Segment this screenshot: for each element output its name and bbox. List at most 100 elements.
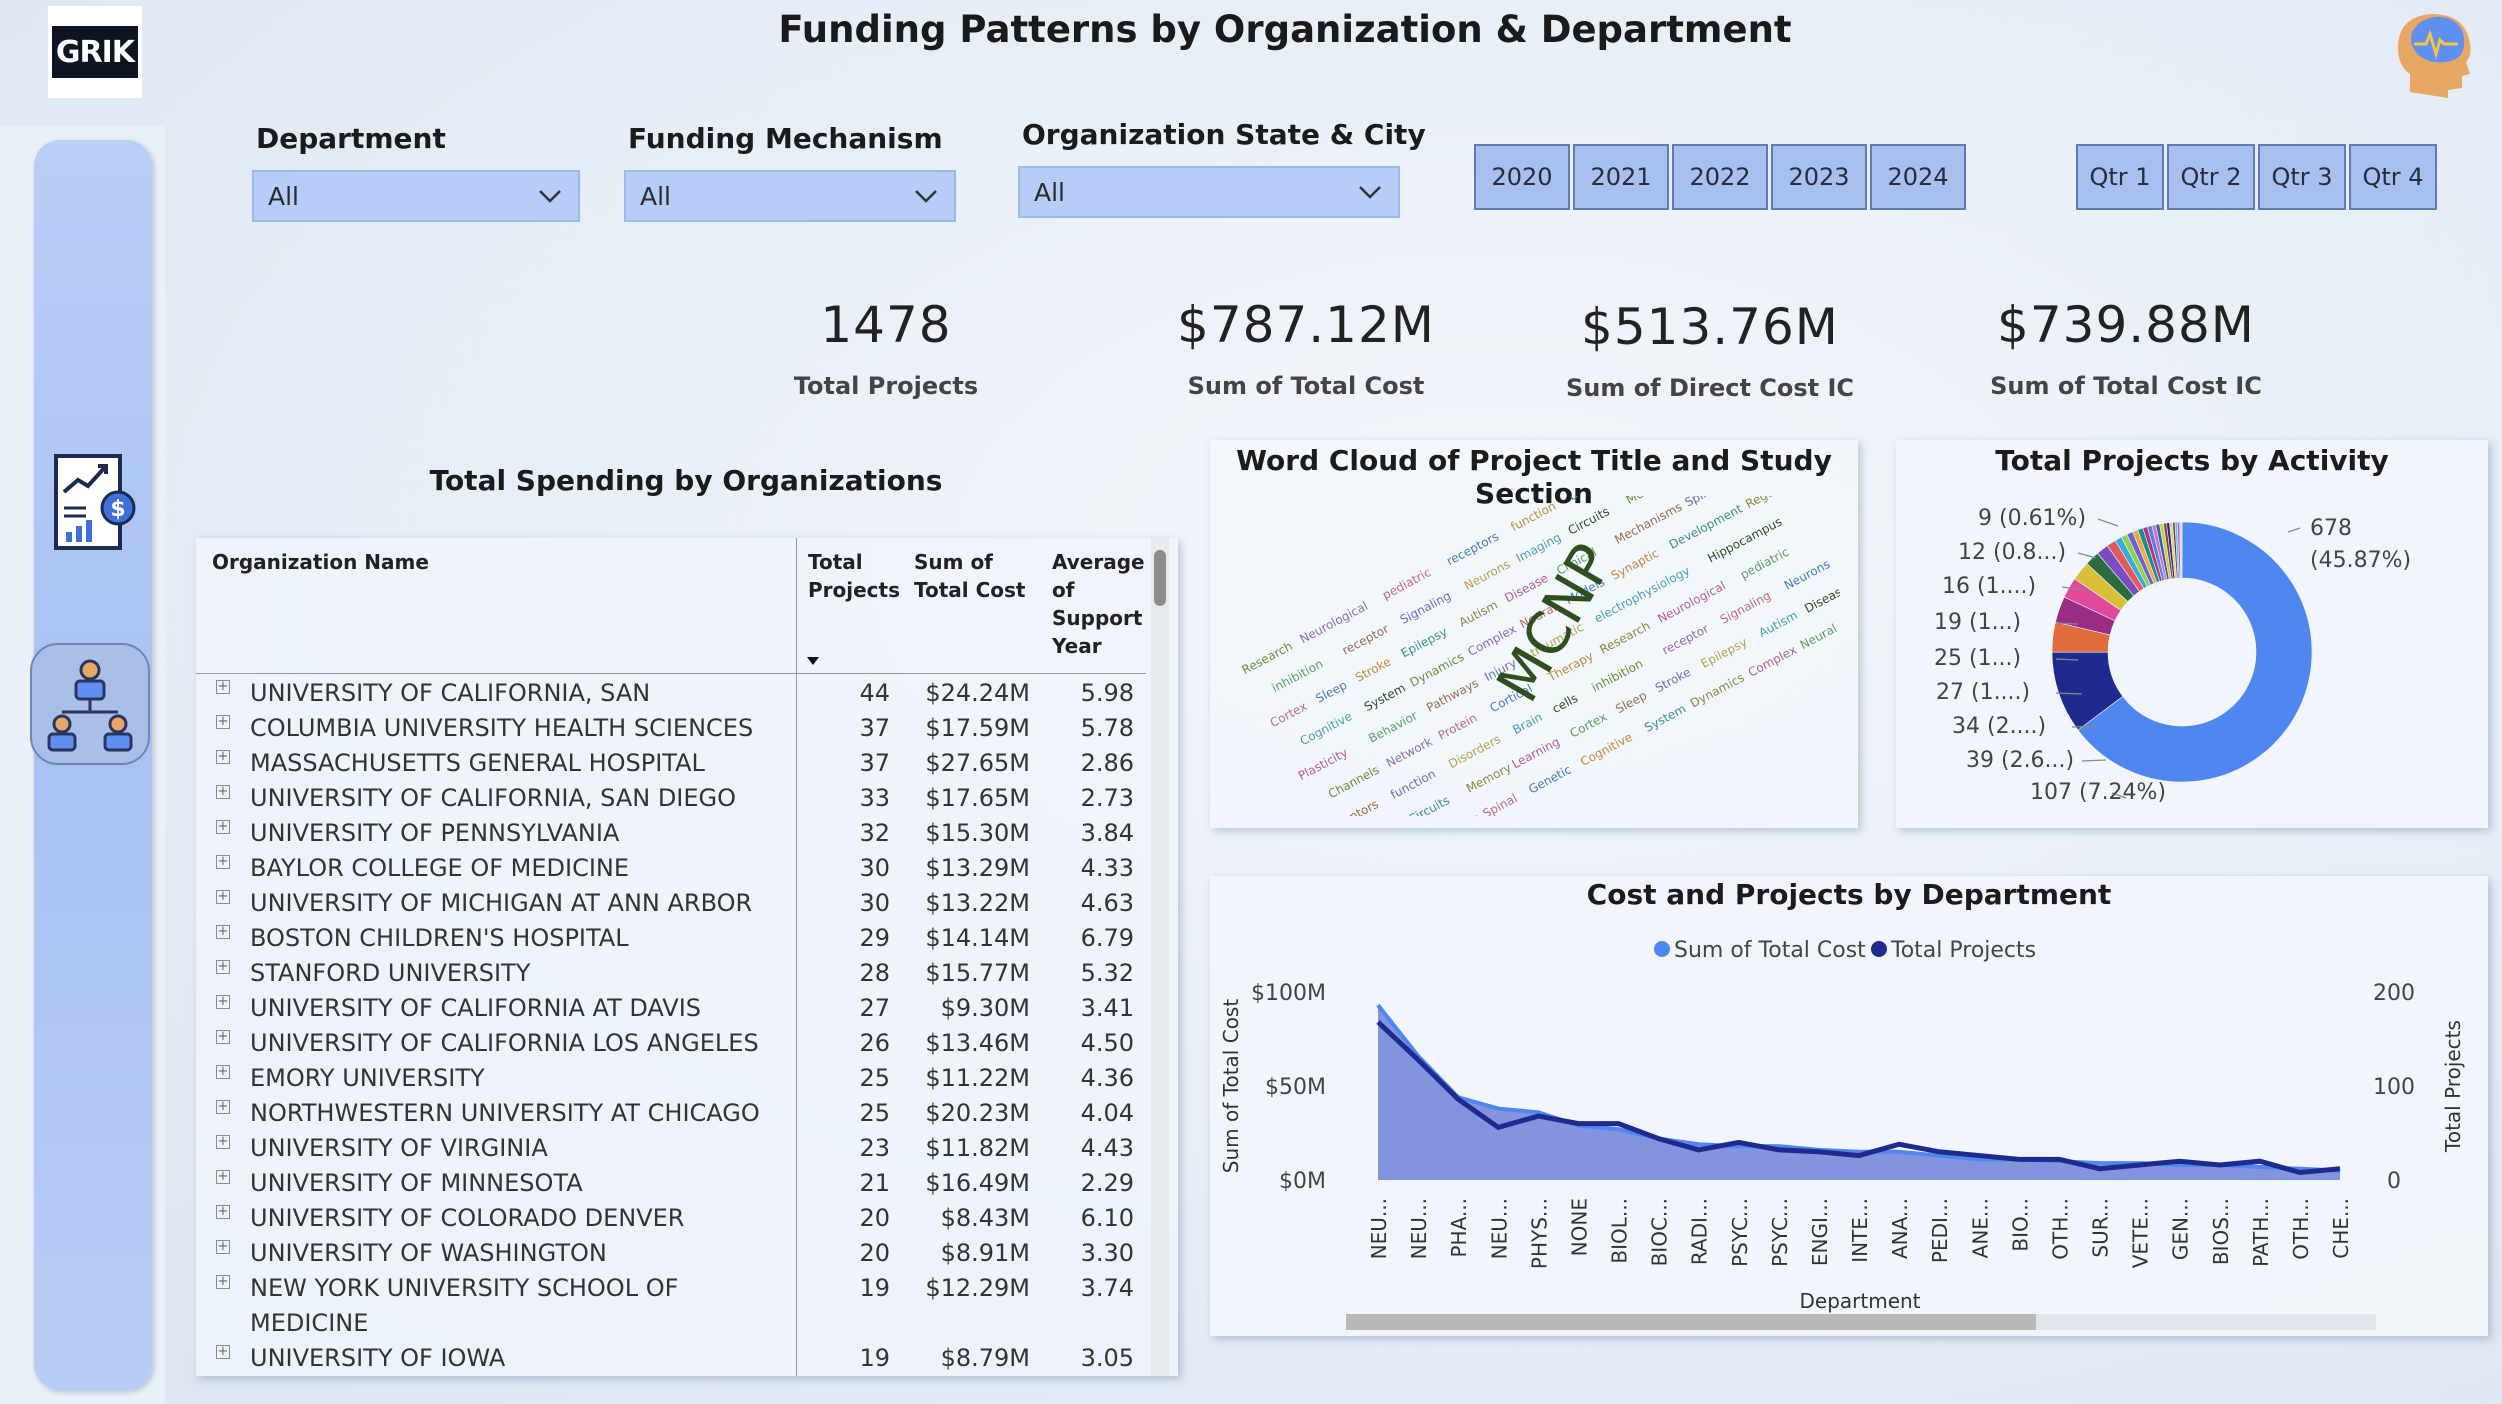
table-scrollbar-thumb[interactable] — [1154, 550, 1166, 606]
donut-label-3: 34 (2....) — [1952, 714, 2047, 739]
x-tick-label: NONE — [1567, 1198, 1591, 1256]
qtr-1-button[interactable]: Qtr 1 — [2076, 144, 2164, 210]
header-avg-support-2[interactable]: of — [1052, 576, 1074, 604]
cell-total-projects: 37 — [859, 714, 890, 742]
header-total-projects-2[interactable]: Projects — [808, 576, 900, 604]
table-row[interactable]: + COLUMBIA UNIVERSITY HEALTH SCIENCES 37 $1… — [196, 711, 1146, 746]
table-row[interactable]: + UNIVERSITY OF PENNSYLVANIA 32 $15.30M 3.84 — [196, 816, 1146, 851]
table-row[interactable]: + BOSTON CHILDREN'S HOSPITAL 29 $14.14M 6.79 — [196, 921, 1146, 956]
nav-report-icon[interactable]: $ — [52, 452, 136, 552]
table-row[interactable]: + MASSACHUSETTS GENERAL HOSPITAL 37 $27.65M… — [196, 746, 1146, 781]
wordcloud-word: Disorders — [1446, 732, 1503, 771]
cell-avg-support: 2.29 — [1080, 1169, 1134, 1197]
year-2020-button[interactable]: 2020 — [1474, 144, 1570, 210]
year-2023-button[interactable]: 2023 — [1771, 144, 1867, 210]
header-total-cost-2[interactable]: Total Cost — [914, 576, 1025, 604]
table-row[interactable]: + UNIVERSITY OF CALIFORNIA AT DAVIS 27 $9.3… — [196, 991, 1146, 1026]
cell-org-name: STANFORD UNIVERSITY — [250, 959, 531, 987]
header-avg-support-3[interactable]: Support — [1052, 604, 1142, 632]
cell-org-name: UNIVERSITY OF WASHINGTON — [250, 1239, 607, 1267]
y-tick-label: $100M — [1251, 981, 1326, 1006]
expand-row-icon[interactable]: + — [216, 855, 230, 869]
cell-org-name: UNIVERSITY OF PENNSYLVANIA — [250, 819, 620, 847]
cell-org-name: UNIVERSITY OF CALIFORNIA AT DAVIS — [250, 994, 702, 1022]
cell-avg-support: 4.36 — [1080, 1064, 1134, 1092]
header-total-cost-1[interactable]: Sum of — [914, 548, 993, 576]
expand-row-icon[interactable]: + — [216, 890, 230, 904]
wordcloud-word: Epilepsy — [1399, 625, 1450, 661]
year-2024-button[interactable]: 2024 — [1870, 144, 1966, 210]
table-row[interactable]: + UNIVERSITY OF COLORADO DENVER 20 $8.43M 6.… — [196, 1201, 1146, 1236]
wordcloud-word: receptor — [1340, 622, 1391, 658]
cell-total-cost: $11.22M — [925, 1064, 1030, 1092]
expand-row-icon[interactable]: + — [216, 1030, 230, 1044]
table-row[interactable]: + UNIVERSITY OF CALIFORNIA, SAN DIEGO 33 $1… — [196, 781, 1146, 816]
donut-label-6: 19 (1...) — [1934, 610, 2022, 635]
expand-row-icon[interactable]: + — [216, 1275, 230, 1289]
org-state-city-dropdown[interactable]: All — [1018, 166, 1400, 218]
cell-avg-support: 3.74 — [1080, 1274, 1134, 1302]
wordcloud-word: Stroke — [1353, 654, 1393, 684]
wordcloud-word: Memory — [1464, 760, 1514, 795]
header-avg-support-1[interactable]: Average — [1052, 548, 1145, 576]
sort-desc-icon[interactable] — [806, 656, 820, 666]
table-row[interactable]: + UNIVERSITY OF VIRGINIA 23 $11.82M 4.43 — [196, 1131, 1146, 1166]
expand-row-icon[interactable]: + — [216, 1345, 230, 1359]
table-row[interactable]: + UNIVERSITY OF IOWA 19 $8.79M 3.05 — [196, 1341, 1146, 1376]
cell-org-name: UNIVERSITY OF CALIFORNIA LOS ANGELES — [250, 1029, 759, 1057]
table-row[interactable]: + UNIVERSITY OF CALIFORNIA LOS ANGELES 26 $… — [196, 1026, 1146, 1061]
wordcloud-word: Autism — [1756, 608, 1799, 640]
header-total-projects-1[interactable]: Total — [808, 548, 863, 576]
department-dropdown[interactable]: All — [252, 170, 580, 222]
page-title: Funding Patterns by Organization & Depar… — [778, 8, 1792, 51]
table-header: Organization Name Total Projects Sum of … — [196, 538, 1146, 674]
table-row[interactable]: + STANFORD UNIVERSITY 28 $15.77M 5.32 — [196, 956, 1146, 991]
expand-row-icon[interactable]: + — [216, 680, 230, 694]
nav-org-button[interactable] — [30, 643, 150, 765]
table-row[interactable]: + BAYLOR COLLEGE OF MEDICINE 30 $13.29M 4.33 — [196, 851, 1146, 886]
header-avg-support-4[interactable]: Year — [1052, 632, 1102, 660]
table-row[interactable]: + UNIVERSITY OF WASHINGTON 20 $8.91M 3.30 — [196, 1236, 1146, 1271]
qtr-4-button[interactable]: Qtr 4 — [2349, 144, 2437, 210]
cell-total-projects: 25 — [859, 1099, 890, 1127]
cell-total-cost: $15.30M — [925, 819, 1030, 847]
expand-row-icon[interactable]: + — [216, 820, 230, 834]
header-org-name[interactable]: Organization Name — [212, 548, 429, 576]
qtr-3-button[interactable]: Qtr 3 — [2258, 144, 2346, 210]
expand-row-icon[interactable]: + — [216, 1170, 230, 1184]
cell-org-name: COLUMBIA UNIVERSITY HEALTH SCIENCES — [250, 714, 754, 742]
donut-label-9: 9 (0.61%) — [1978, 506, 2087, 531]
table-row[interactable]: + NORTHWESTERN UNIVERSITY AT CHICAGO 25 $20… — [196, 1096, 1146, 1131]
table-row[interactable]: + UNIVERSITY OF MICHIGAN AT ANN ARBOR 30 $1… — [196, 886, 1146, 921]
cell-total-cost: $8.91M — [940, 1239, 1030, 1267]
table-row[interactable]: + UNIVERSITY OF MINNESOTA 21 $16.49M 2.29 — [196, 1166, 1146, 1201]
expand-row-icon[interactable]: + — [216, 995, 230, 1009]
expand-row-icon[interactable]: + — [216, 750, 230, 764]
chevron-down-icon — [539, 190, 561, 203]
cell-total-projects: 28 — [859, 959, 890, 987]
qtr-2-button[interactable]: Qtr 2 — [2167, 144, 2255, 210]
kpi-total-cost-label: Sum of Total Cost — [1187, 372, 1425, 400]
table-row[interactable]: + UNIVERSITY OF CALIFORNIA, SAN 44 $24.24M 5… — [196, 676, 1146, 711]
chart-scrollbar-thumb[interactable] — [1346, 1314, 2036, 1330]
expand-row-icon[interactable]: + — [216, 960, 230, 974]
expand-row-icon[interactable]: + — [216, 785, 230, 799]
cell-avg-support: 4.33 — [1080, 854, 1134, 882]
x-tick-label: NEU... — [1367, 1198, 1391, 1259]
wordcloud-word: Dynamics — [1688, 670, 1747, 710]
year-2022-button[interactable]: 2022 — [1672, 144, 1768, 210]
expand-row-icon[interactable]: + — [216, 1065, 230, 1079]
expand-row-icon[interactable]: + — [216, 925, 230, 939]
expand-row-icon[interactable]: + — [216, 715, 230, 729]
table-row[interactable]: + EMORY UNIVERSITY 25 $11.22M 4.36 — [196, 1061, 1146, 1096]
table-scrollbar[interactable] — [1151, 538, 1169, 1376]
cell-avg-support: 5.78 — [1080, 714, 1134, 742]
expand-row-icon[interactable]: + — [216, 1205, 230, 1219]
wordcloud-word: System — [1642, 701, 1688, 734]
funding-dropdown[interactable]: All — [624, 170, 956, 222]
expand-row-icon[interactable]: + — [216, 1240, 230, 1254]
expand-row-icon[interactable]: + — [216, 1135, 230, 1149]
expand-row-icon[interactable]: + — [216, 1100, 230, 1114]
table-row[interactable]: + NEW YORK UNIVERSITY SCHOOL OF MEDICINE 19… — [196, 1271, 1146, 1341]
year-2021-button[interactable]: 2021 — [1573, 144, 1669, 210]
